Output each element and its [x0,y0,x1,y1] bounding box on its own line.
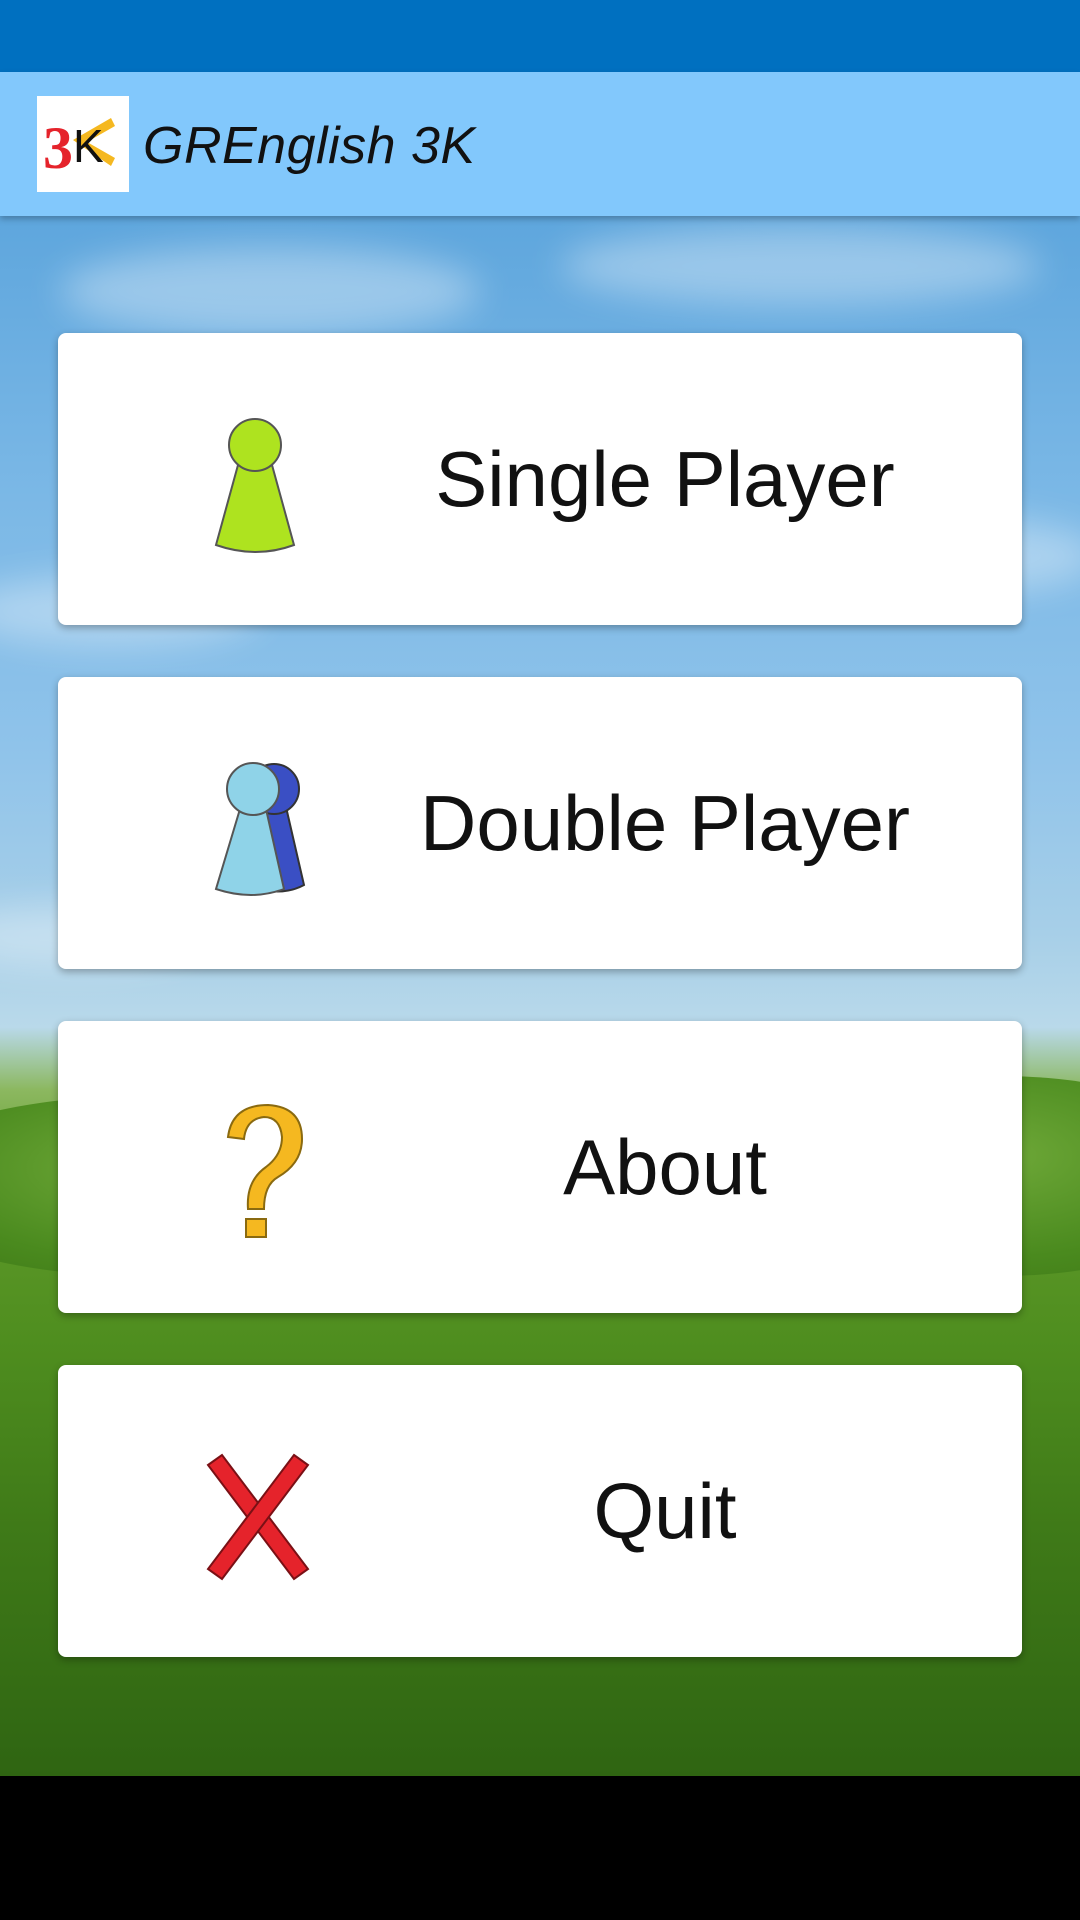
double-player-label: Double Player [420,778,910,867]
about-button[interactable]: About [58,1021,1022,1313]
app-bar: 3 K GREnglish 3K [0,72,1080,216]
quit-button[interactable]: Quit [58,1365,1022,1657]
about-label: About [563,1122,767,1211]
navigation-bar [0,1776,1080,1920]
single-player-button[interactable]: Single Player [58,333,1022,625]
logo-letter: K [73,120,104,172]
status-bar [0,0,1080,72]
logo-digit: 3 [43,115,73,181]
single-player-label: Single Player [435,434,895,523]
quit-label: Quit [593,1466,737,1555]
app-logo: 3 K [37,96,129,192]
double-player-button[interactable]: Double Player [58,677,1022,969]
menu-background: Single Player Double Player About Quit [0,216,1080,1776]
app-title: GREnglish 3K [143,117,476,175]
